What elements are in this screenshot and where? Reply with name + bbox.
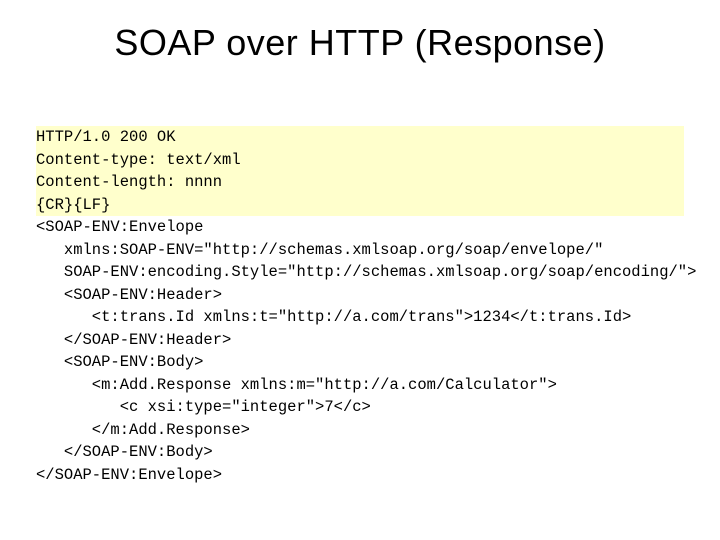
slide: SOAP over HTTP (Response) HTTP/1.0 200 O… xyxy=(0,0,720,540)
code-line: Content-length: nnnn xyxy=(36,171,684,193)
code-line: <SOAP-ENV:Body> xyxy=(36,351,684,373)
code-line: Content-type: text/xml xyxy=(36,149,684,171)
code-line: <SOAP-ENV:Header> xyxy=(36,284,684,306)
slide-title: SOAP over HTTP (Response) xyxy=(0,0,720,74)
code-line: {CR}{LF} xyxy=(36,194,684,216)
code-line: </m:Add.Response> xyxy=(36,419,684,441)
code-block: HTTP/1.0 200 OKContent-type: text/xmlCon… xyxy=(36,104,684,531)
code-line: <t:trans.Id xmlns:t="http://a.com/trans"… xyxy=(36,306,684,328)
code-line: </SOAP-ENV:Header> xyxy=(36,329,684,351)
code-line: </SOAP-ENV:Body> xyxy=(36,441,684,463)
code-line: <c xsi:type="integer">7</c> xyxy=(36,396,684,418)
code-line: HTTP/1.0 200 OK xyxy=(36,126,684,148)
code-line: SOAP-ENV:encoding.Style="http://schemas.… xyxy=(36,261,684,283)
code-line: <SOAP-ENV:Envelope xyxy=(36,216,684,238)
code-line: xmlns:SOAP-ENV="http://schemas.xmlsoap.o… xyxy=(36,239,684,261)
code-line: </SOAP-ENV:Envelope> xyxy=(36,464,684,486)
code-line: <m:Add.Response xmlns:m="http://a.com/Ca… xyxy=(36,374,684,396)
